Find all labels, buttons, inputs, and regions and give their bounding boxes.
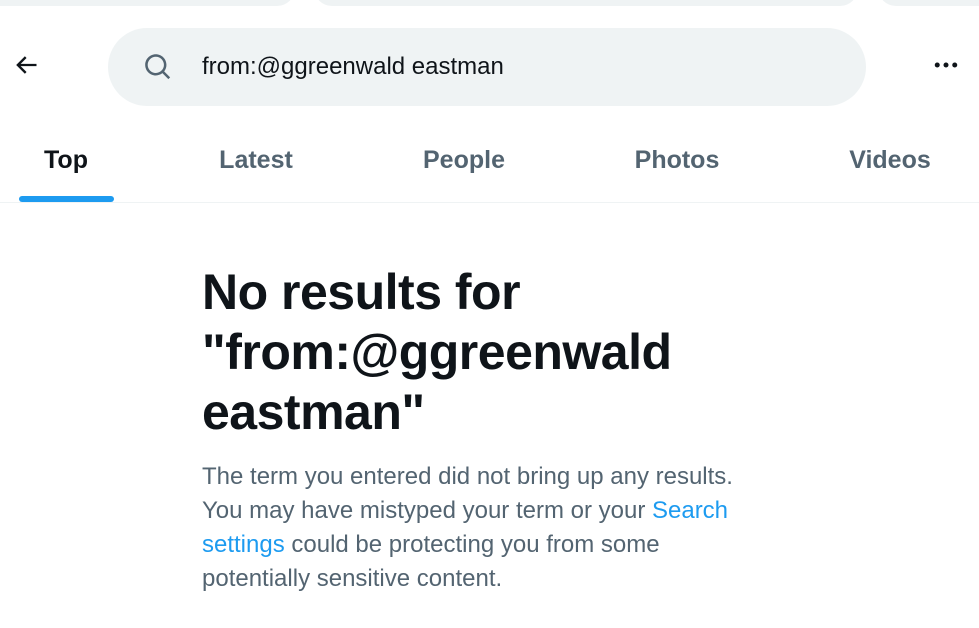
tab-top[interactable]: Top: [18, 118, 114, 202]
arrow-left-icon: [12, 51, 40, 84]
tab-label: Top: [44, 145, 88, 174]
tab-photos[interactable]: Photos: [615, 118, 739, 202]
empty-state-message: The term you entered did not bring up an…: [202, 460, 762, 596]
search-icon: [142, 51, 174, 83]
active-tab-indicator: [19, 196, 114, 202]
search-tabs: Top Latest People Photos Videos: [0, 118, 979, 203]
search-input[interactable]: [202, 53, 762, 81]
tab-label: People: [423, 145, 505, 174]
empty-state: No results for "from:@ggreenwald eastman…: [202, 262, 762, 596]
tab-label: Videos: [849, 145, 931, 174]
tab-videos[interactable]: Videos: [829, 118, 951, 202]
tab-latest[interactable]: Latest: [196, 118, 316, 202]
tab-label: Photos: [634, 145, 720, 174]
search-header: [0, 28, 979, 106]
tab-people[interactable]: People: [404, 118, 524, 202]
empty-state-title: No results for "from:@ggreenwald eastman…: [202, 264, 672, 440]
ellipsis-horizontal-icon: [931, 50, 961, 85]
search-results-page: Top Latest People Photos Videos No resul…: [0, 0, 979, 628]
more-options-button[interactable]: [916, 45, 976, 89]
back-button[interactable]: [4, 45, 48, 89]
partial-top-element: [0, 0, 295, 6]
tab-label: Latest: [219, 145, 293, 174]
search-bar[interactable]: [108, 28, 866, 106]
partial-top-element: [314, 0, 858, 6]
partial-top-element: [878, 0, 979, 6]
